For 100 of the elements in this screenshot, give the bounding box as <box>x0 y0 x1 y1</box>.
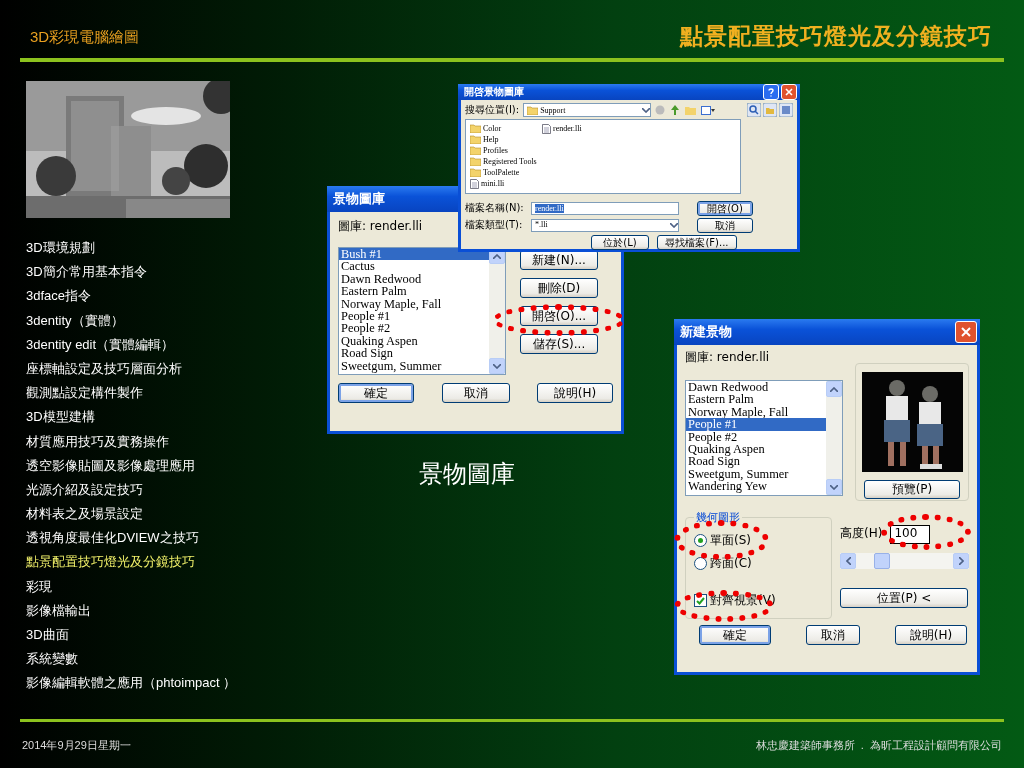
up-folder-icon[interactable] <box>670 105 680 115</box>
dialog-button[interactable]: 確定 <box>338 383 414 403</box>
slider-thumb[interactable] <box>873 553 890 569</box>
list-item[interactable]: Cactus <box>339 260 489 273</box>
file-list-item[interactable]: mini.lli <box>470 178 540 189</box>
nav-item[interactable]: 材料表之及場景設定 <box>26 502 276 527</box>
nav-item[interactable]: 系統變數 <box>26 647 276 672</box>
list-item[interactable]: Wandering Yew <box>686 480 826 493</box>
preview-button[interactable]: 預覽(P) <box>864 480 960 499</box>
look-in-dropdown[interactable]: Support <box>523 103 651 117</box>
dialog-title: 景物圖庫 <box>333 190 385 208</box>
folder-icon <box>470 157 481 166</box>
nav-item[interactable]: 影像編輯軟體之應用（phtoimpact ） <box>26 671 276 696</box>
caret-down-icon <box>670 223 678 228</box>
search-icon[interactable] <box>747 103 761 117</box>
nav-item[interactable]: 點景配置技巧燈光及分鏡技巧 <box>26 550 276 575</box>
position-button[interactable]: 位置(P) < <box>840 588 968 608</box>
view-menu-icon[interactable] <box>701 105 715 115</box>
caret-up-icon <box>493 253 501 259</box>
find-file-button[interactable]: 尋找檔案(F)... <box>657 235 737 250</box>
radio-button[interactable] <box>694 557 707 570</box>
dialog-title: 開啓景物圖庫 <box>464 85 524 99</box>
help-icon <box>768 87 774 97</box>
dialog-button[interactable]: 開啓(O)... <box>520 306 598 326</box>
scroll-up-button[interactable] <box>826 381 842 397</box>
list-item[interactable]: Dawn Redwood <box>686 381 826 394</box>
dialog-button[interactable]: 說明(H) <box>895 625 967 645</box>
nav-item[interactable]: 彩現 <box>26 574 276 599</box>
dialog-button[interactable]: 取消 <box>806 625 860 645</box>
file-list-item[interactable]: Registered Tools <box>470 156 540 167</box>
filename-field[interactable]: render.lli <box>531 202 679 215</box>
scroll-down-button[interactable] <box>826 479 842 495</box>
nav-item[interactable]: 透空影像貼圖及影像處理應用 <box>26 453 276 478</box>
nav-item[interactable]: 座標軸設定及技巧層面分析 <box>26 356 276 382</box>
file-list-item[interactable]: Help <box>470 134 540 145</box>
list-item[interactable]: People #1 <box>339 310 489 323</box>
checkbox[interactable] <box>694 594 707 607</box>
dialog-button[interactable]: 儲存(S)... <box>520 334 598 354</box>
nav-item[interactable]: 觀測點設定構件製作 <box>26 381 276 406</box>
open-button[interactable]: 開啓(O) <box>697 201 753 216</box>
nav-item[interactable]: 3dface指令 <box>26 284 276 309</box>
dialog-button[interactable]: 取消 <box>441 383 510 403</box>
locate-button[interactable]: 位於(L) <box>591 235 649 250</box>
file-list-item[interactable]: Profiles <box>470 145 540 156</box>
list-item[interactable]: Norway Maple, Fall <box>686 405 826 419</box>
folder-icon <box>470 168 481 177</box>
slider-left-button[interactable] <box>840 553 856 569</box>
cancel-button[interactable]: 取消 <box>697 218 753 233</box>
list-item[interactable]: Dawn Redwood <box>339 272 489 286</box>
folder-icon <box>527 105 539 115</box>
library-label: 圖庫: render.lli <box>685 349 770 366</box>
filetype-dropdown[interactable]: *.lli <box>531 219 679 232</box>
close-icon <box>785 88 793 96</box>
list-item[interactable]: Sweetgum, Summer <box>686 467 826 481</box>
list-item[interactable]: People #2 <box>339 322 489 335</box>
list-item[interactable]: Norway Maple, Fall <box>339 297 489 311</box>
radio-button[interactable] <box>694 534 707 547</box>
slide-title: 點景配置技巧燈光及分鏡技巧 <box>680 22 992 51</box>
nav-item[interactable]: 3D曲面 <box>26 623 276 648</box>
file-list-item[interactable]: render.lli <box>542 123 612 134</box>
list-item[interactable]: Road Sign <box>686 455 826 468</box>
height-field[interactable]: 100 <box>890 525 931 544</box>
close-button[interactable] <box>781 84 797 100</box>
nav-item[interactable]: 3dentity（實體） <box>26 308 276 333</box>
nav-item[interactable]: 光源介紹及設定技巧 <box>26 477 276 503</box>
caret-up-icon <box>830 386 838 392</box>
dialog-button[interactable]: 確定 <box>699 625 771 645</box>
list-item[interactable]: Eastern Palm <box>339 285 489 298</box>
caret-down-icon <box>642 107 650 113</box>
list-item[interactable]: People #2 <box>686 430 826 444</box>
list-item[interactable]: Sweetgum, Summer <box>339 359 489 373</box>
folder-icon <box>470 135 481 144</box>
height-slider[interactable] <box>840 553 969 569</box>
list-item[interactable]: Bush #1 <box>339 248 489 261</box>
scroll-down-button[interactable] <box>489 358 505 374</box>
list-item[interactable]: Eastern Palm <box>686 393 826 406</box>
dialog-button[interactable]: 刪除(D) <box>520 278 598 298</box>
nav-item[interactable]: 透視角度最佳化DVIEW之技巧 <box>26 526 276 551</box>
nav-item[interactable]: 3D環境規劃 <box>26 236 276 261</box>
nav-item[interactable]: 材質應用技巧及實務操作 <box>26 429 276 454</box>
slider-right-button[interactable] <box>953 553 969 569</box>
file-list-item[interactable]: Color <box>470 123 540 134</box>
file-list-item[interactable]: ToolPalette <box>470 167 540 178</box>
list-item[interactable]: Quaking Aspen <box>339 334 489 348</box>
nav-item[interactable]: 影像檔輸出 <box>26 598 276 623</box>
help-button[interactable] <box>763 84 779 100</box>
nav-item[interactable]: 3D簡介常用基本指令 <box>26 260 276 285</box>
nav-item[interactable]: 3D模型建構 <box>26 405 276 430</box>
list-item[interactable]: Quaking Aspen <box>686 443 826 456</box>
radio-label: 單面(S) <box>710 532 751 549</box>
close-button[interactable] <box>955 321 977 343</box>
folder-icon <box>470 124 481 133</box>
tools-icon[interactable] <box>779 103 793 117</box>
dialog-button[interactable]: 說明(H) <box>537 383 613 403</box>
dialog-button[interactable]: 新建(N)... <box>520 250 598 270</box>
list-item[interactable]: People #1 <box>686 418 826 431</box>
filename-label: 檔案名稱(N): <box>465 201 525 215</box>
footer-date: 2014年9月29日星期一 <box>22 737 131 753</box>
list-item[interactable]: Road Sign <box>339 347 489 360</box>
nav-item[interactable]: 3dentity edit（實體編輯） <box>26 332 276 357</box>
